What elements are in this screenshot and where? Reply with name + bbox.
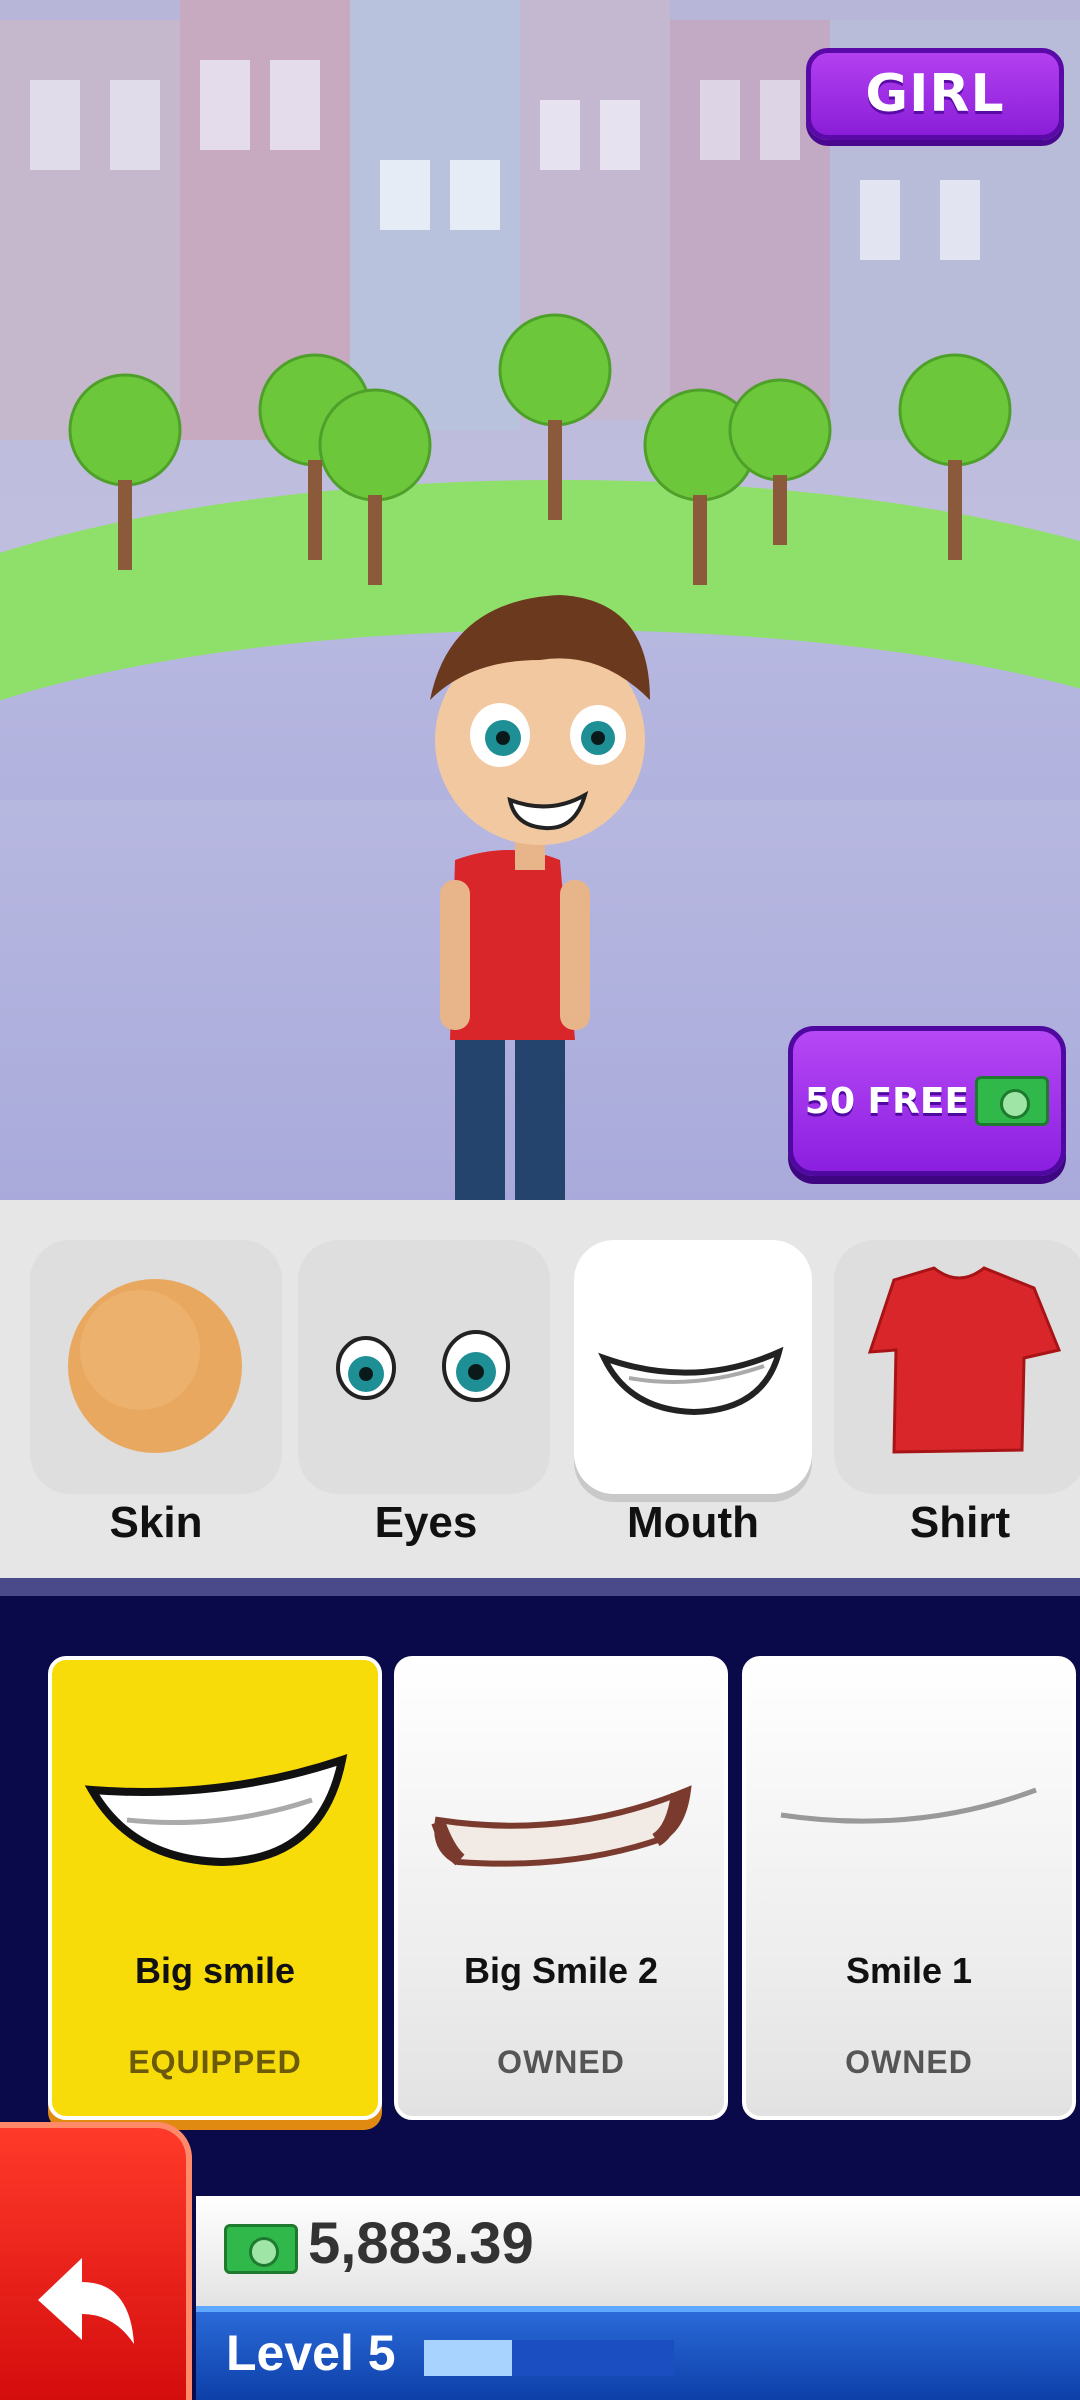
item-status: OWNED xyxy=(497,2044,625,2080)
item-card-smile-1[interactable]: Smile 1 OWNED xyxy=(742,1656,1076,2120)
smile-1-icon xyxy=(780,1787,1037,1824)
tab-mouth[interactable] xyxy=(574,1240,812,1494)
item-status: OWNED xyxy=(845,2044,973,2080)
scene-illustration xyxy=(0,0,1080,1200)
free-cash-offer-label: 50 FREE xyxy=(804,1080,970,1122)
item-card-big-smile-2[interactable]: Big Smile 2 OWNED xyxy=(394,1656,728,2120)
cash-icon xyxy=(224,2224,298,2274)
girl-button-label: GIRL xyxy=(865,64,1005,124)
tab-mouth-label: Mouth xyxy=(627,1498,759,1547)
level-label: Level 5 xyxy=(226,2325,396,2381)
cash-amount: 5,883.39 xyxy=(308,2211,534,2276)
item-name: Big smile xyxy=(134,1950,296,1991)
category-tabs: Skin Eyes Mouth Shirt xyxy=(0,1200,1080,1578)
cash-display: 5,883.39 xyxy=(196,2196,1080,2306)
eyes-icon xyxy=(336,1330,510,1402)
item-name: Big Smile 2 xyxy=(463,1950,659,1991)
tab-shirt-label: Shirt xyxy=(909,1498,1011,1547)
item-name: Smile 1 xyxy=(845,1950,973,1991)
mouth-icon xyxy=(598,1346,784,1416)
tab-skin-label: Skin xyxy=(109,1498,203,1547)
cash-icon xyxy=(975,1076,1050,1126)
tab-shirt[interactable] xyxy=(834,1240,1080,1494)
big-smile-2-icon xyxy=(431,1785,692,1867)
tab-eyes[interactable] xyxy=(298,1240,550,1494)
tab-eyes-label: Eyes xyxy=(374,1498,478,1547)
level-display: Level 5 xyxy=(196,2306,1080,2400)
item-card-big-smile[interactable]: Big smile EQUIPPED xyxy=(48,1656,382,2120)
tabs-divider xyxy=(0,1578,1080,1596)
back-arrow-icon xyxy=(38,2258,134,2344)
bottom-hud: 5,883.39 Level 5 xyxy=(0,2122,1080,2400)
shirt-icon xyxy=(867,1266,1062,1454)
big-smile-icon xyxy=(84,1754,348,1867)
item-grid: Big smile EQUIPPED Big Smile 2 OWNED Smi… xyxy=(0,1596,1080,2196)
game-scene: GIRL 50 FREE xyxy=(0,0,1080,1200)
girl-button[interactable]: GIRL xyxy=(806,48,1064,140)
tab-skin[interactable] xyxy=(30,1240,282,1494)
back-button[interactable] xyxy=(0,2122,192,2400)
level-progress-bar xyxy=(424,2340,674,2376)
free-cash-offer-button[interactable]: 50 FREE xyxy=(788,1026,1066,1176)
item-status: EQUIPPED xyxy=(128,2044,302,2080)
skin-swatch-icon xyxy=(68,1279,242,1453)
level-progress-fill xyxy=(424,2340,512,2376)
